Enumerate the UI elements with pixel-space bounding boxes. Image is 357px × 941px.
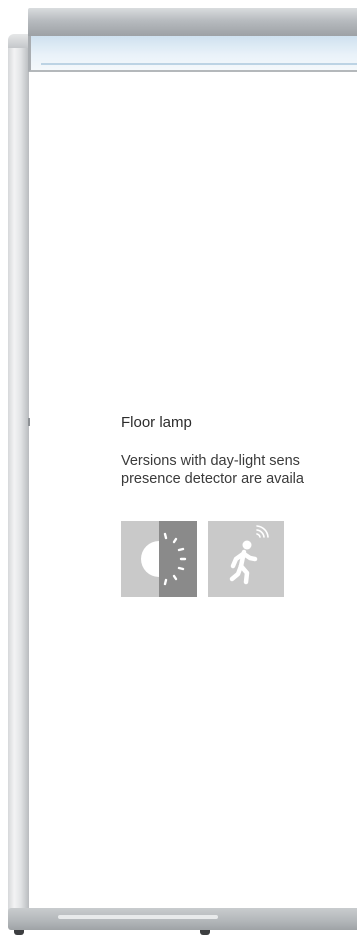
pole-switch-mark xyxy=(28,418,30,426)
lamp-foot-right xyxy=(200,930,210,935)
daylight-sensor-icon xyxy=(121,521,197,597)
lamp-pole xyxy=(8,44,29,914)
lamp-foot-left xyxy=(14,930,24,935)
description-line: presence detector are availa xyxy=(121,471,304,487)
lamp-base xyxy=(8,908,357,930)
product-description: Versions with day-light sens presence de… xyxy=(121,452,357,488)
presence-detector-icon xyxy=(208,521,284,597)
lamp-diffuser xyxy=(28,36,357,72)
description-line: Versions with day-light sens xyxy=(121,453,300,469)
lamp-head-housing xyxy=(28,8,357,36)
product-title: Floor lamp xyxy=(121,414,192,431)
lamp-head xyxy=(28,8,357,72)
